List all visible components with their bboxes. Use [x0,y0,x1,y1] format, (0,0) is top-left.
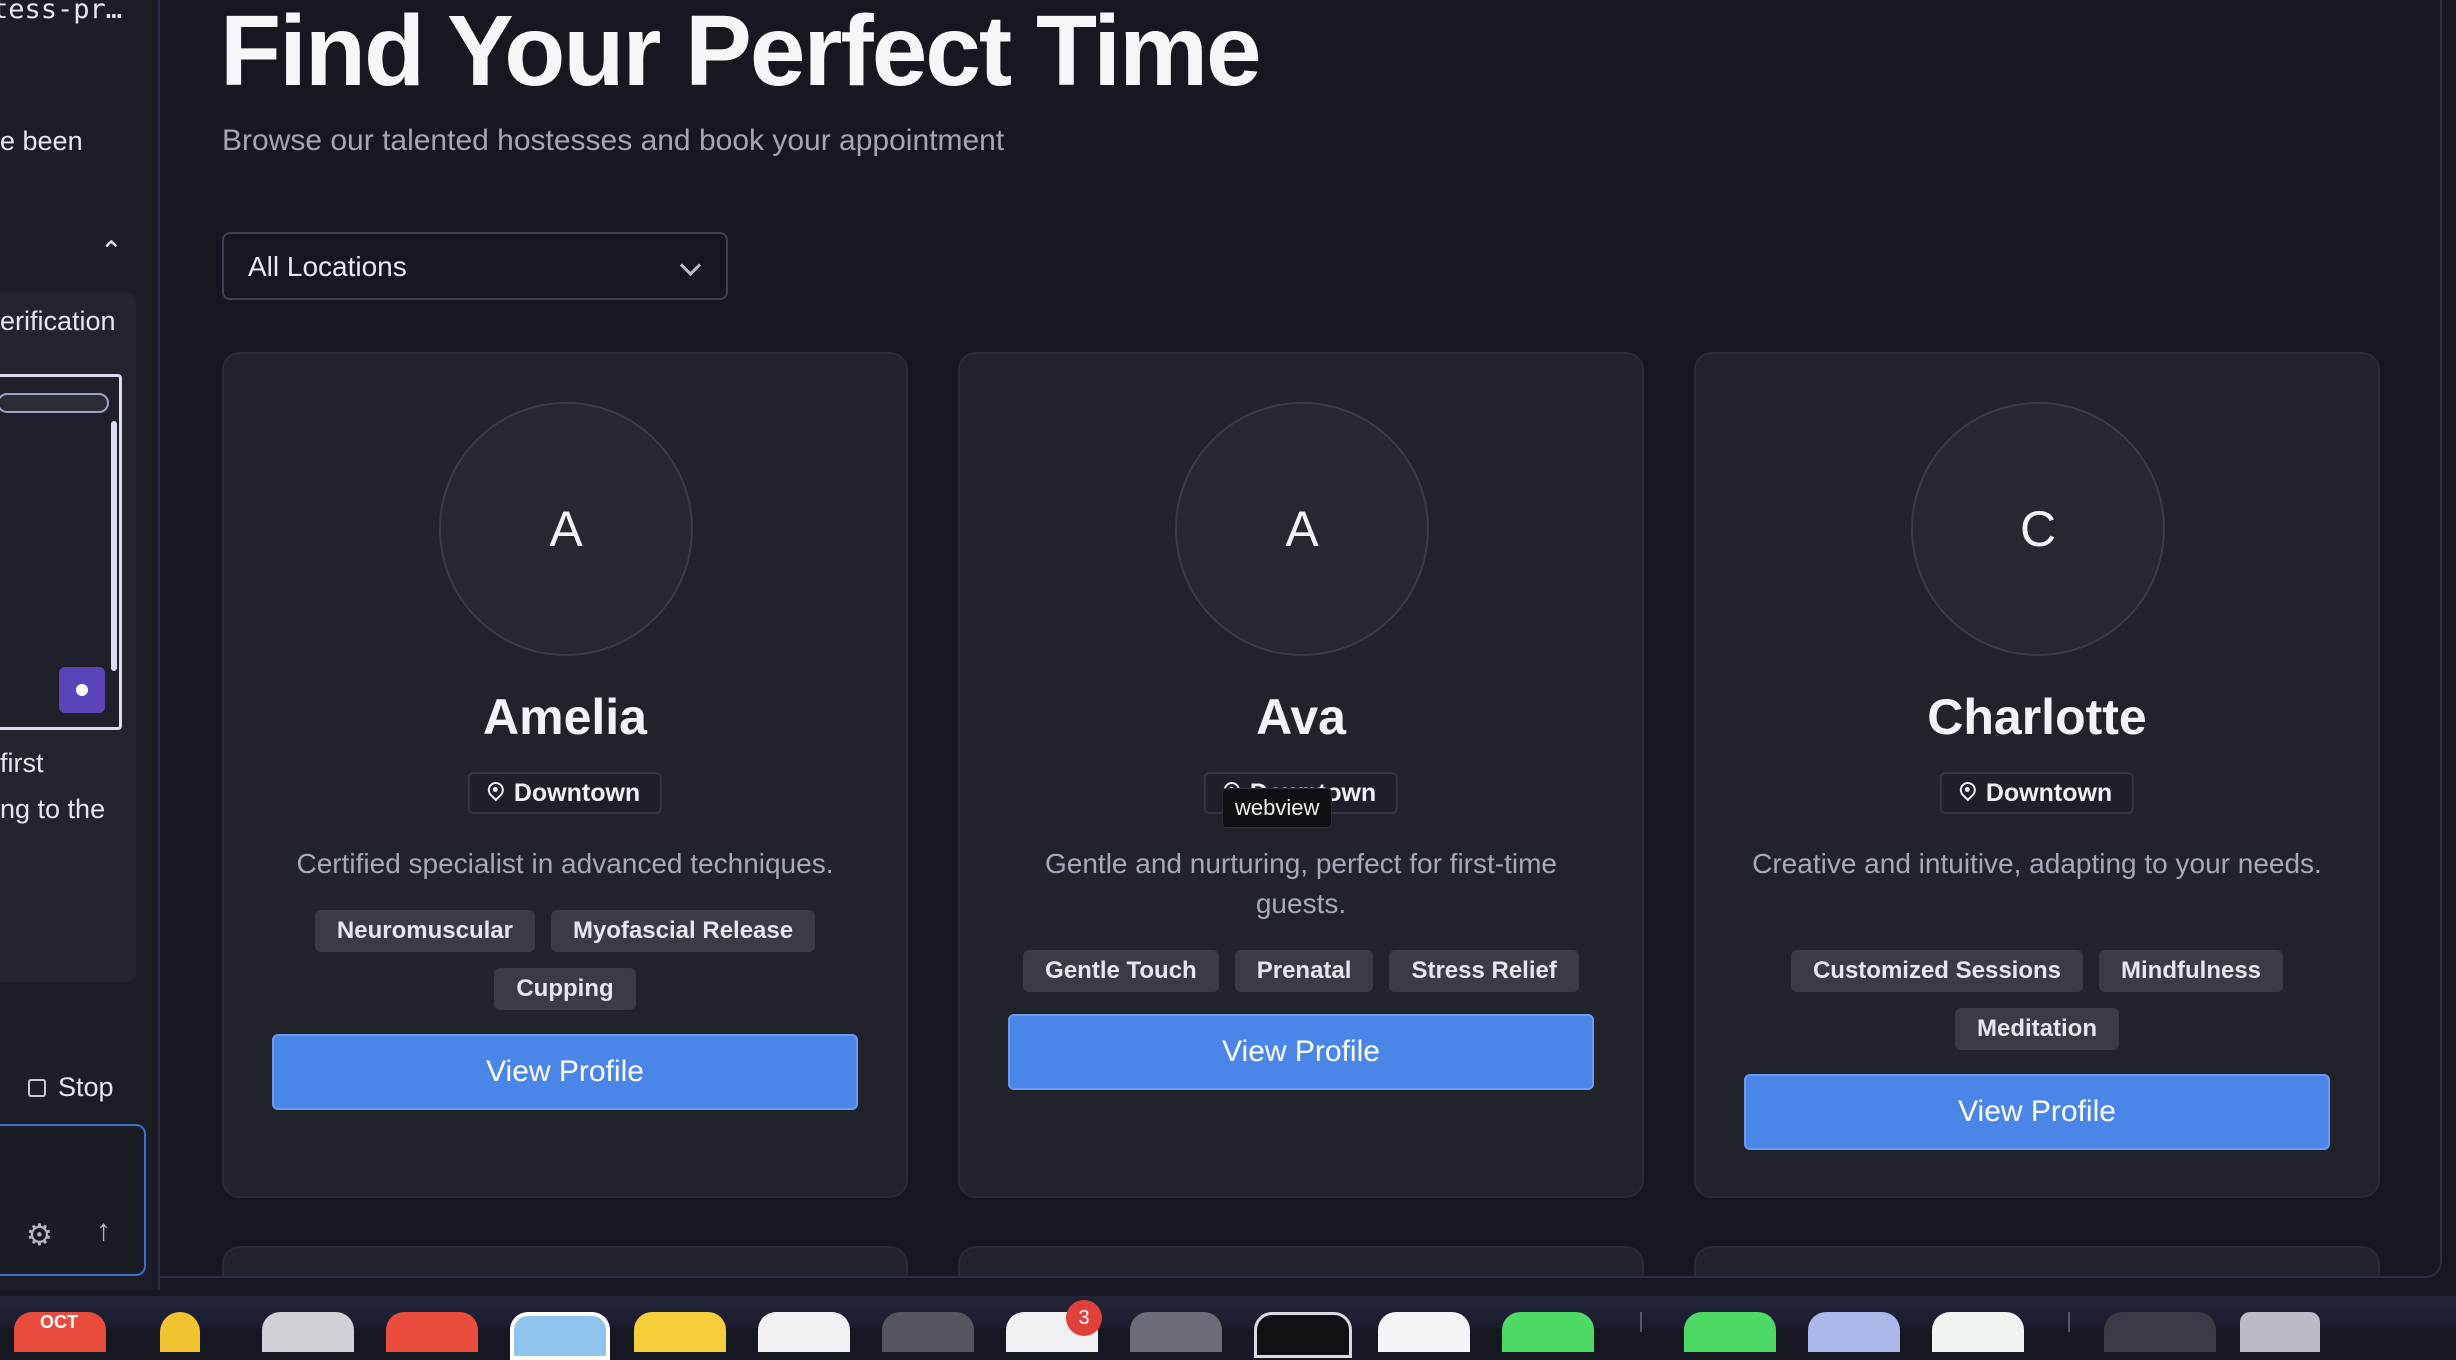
location-badge: Downtown [467,772,663,814]
sidebar-path-text: tess-pr… [0,0,123,25]
dock-separator [2068,1312,2070,1332]
sidebar-caption-line: first [0,748,44,778]
page-subtitle: Browse our talented hostesses and book y… [222,124,1005,157]
webview-tooltip: webview [1222,788,1333,828]
location-filter-value: All Locations [248,251,407,282]
specialty-tag: Customized Sessions [1790,950,2084,992]
messages-app-icon[interactable] [1502,1312,1594,1352]
avatar: A [439,402,693,656]
calendar-month-label: OCT [40,1312,78,1332]
send-arrow-icon[interactable]: ↑ [96,1214,111,1248]
specialty-tag: Stress Relief [1389,950,1579,992]
safari-app-icon[interactable] [1378,1312,1470,1352]
finder-app-icon[interactable] [510,1312,610,1360]
screenshot-thumbnail[interactable] [0,374,122,730]
dock-separator [1640,1312,1642,1332]
specialty-tag: Cupping [494,968,636,1010]
collapse-chevron-icon[interactable]: ⌃ [100,236,123,267]
hostess-card: A Amelia Downtown Certified specialist i… [222,352,908,1198]
sidebar-message-text: e been [0,126,83,156]
hostess-description: Certified specialist in advanced techniq… [296,848,834,879]
chrome-app-icon[interactable] [386,1312,478,1352]
terminal-app-icon[interactable] [1254,1312,1352,1358]
recent-window-icon[interactable] [2104,1312,2216,1352]
location-badge: Downtown [1939,772,2135,814]
hostess-description: Creative and intuitive, adapting to your… [1752,848,2322,879]
numbers-app-icon[interactable] [1932,1312,2024,1352]
hostess-card-partial [222,1246,908,1276]
macos-dock: OCT 3 [0,1296,2456,1360]
chat-input-box[interactable] [0,1124,146,1276]
trash-icon[interactable] [2240,1312,2320,1352]
hostess-card: C Charlotte Downtown Creative and intuit… [1694,352,2380,1198]
sidebar-verification-label: erification [0,306,116,336]
stop-label: Stop [58,1072,114,1102]
facetime-app-icon[interactable] [1684,1312,1776,1352]
notification-badge: 3 [1066,1300,1102,1336]
map-pin-icon [1960,782,1976,804]
preview-app-icon[interactable] [1808,1312,1900,1352]
specialty-tags: Neuromuscular Myofascial Release Cupping [264,910,866,1010]
specialty-tag: Myofascial Release [550,910,816,952]
location-label: Downtown [513,778,641,807]
view-profile-button[interactable]: View Profile [1008,1014,1594,1090]
view-profile-button[interactable]: View Profile [272,1034,858,1110]
thumbnail-address-bar [0,393,109,413]
agent-sidebar: tess-pr… e been ⌃ erification first ng t… [0,0,160,1290]
textedit-app-icon[interactable] [758,1312,850,1352]
thumbnail-scrollbar [111,421,117,671]
app-icon[interactable] [882,1312,974,1352]
location-filter-select[interactable]: All Locations [222,232,728,300]
hostess-name: Amelia [483,689,647,745]
specialty-tags: Gentle Touch Prenatal Stress Relief [1000,950,1602,992]
app-icon[interactable] [1130,1312,1222,1352]
specialty-tag: Meditation [1955,1008,2119,1050]
sidebar-caption-line: ng to the [0,794,106,824]
settings-app-icon[interactable] [262,1312,354,1352]
hostess-name: Ava [1256,689,1346,745]
page-title: Find Your Perfect Time [220,0,1262,107]
settings-sliders-icon[interactable]: ⚙ [26,1218,53,1253]
specialty-tag: Neuromuscular [314,910,535,952]
specialty-tag: Mindfulness [2099,950,2284,992]
stop-square-icon [28,1079,46,1097]
view-profile-button[interactable]: View Profile [1744,1074,2330,1150]
location-label: Downtown [1985,778,2113,807]
notes-pin-icon[interactable] [160,1312,200,1352]
main-content: Find Your Perfect Time Browse our talent… [160,0,2442,1278]
stickies-app-icon[interactable] [634,1312,726,1352]
hostess-card: A Ava Downtown Gentle and nurturing, per… [958,352,1644,1198]
specialty-tags: Customized Sessions Mindfulness Meditati… [1736,950,2338,1050]
hostess-name: Charlotte [1927,689,2147,745]
map-pin-icon [488,782,504,804]
thumbnail-record-button[interactable] [59,667,105,713]
chevron-down-icon [679,254,702,277]
stop-button[interactable]: Stop [28,1072,114,1103]
avatar: C [1911,402,2165,656]
hostess-card-partial [1694,1246,2380,1276]
avatar: A [1175,402,1429,656]
specialty-tag: Gentle Touch [1023,950,1219,992]
hostess-description: Gentle and nurturing, perfect for first-… [1045,848,1557,919]
hostess-card-partial [958,1246,1644,1276]
specialty-tag: Prenatal [1234,950,1374,992]
